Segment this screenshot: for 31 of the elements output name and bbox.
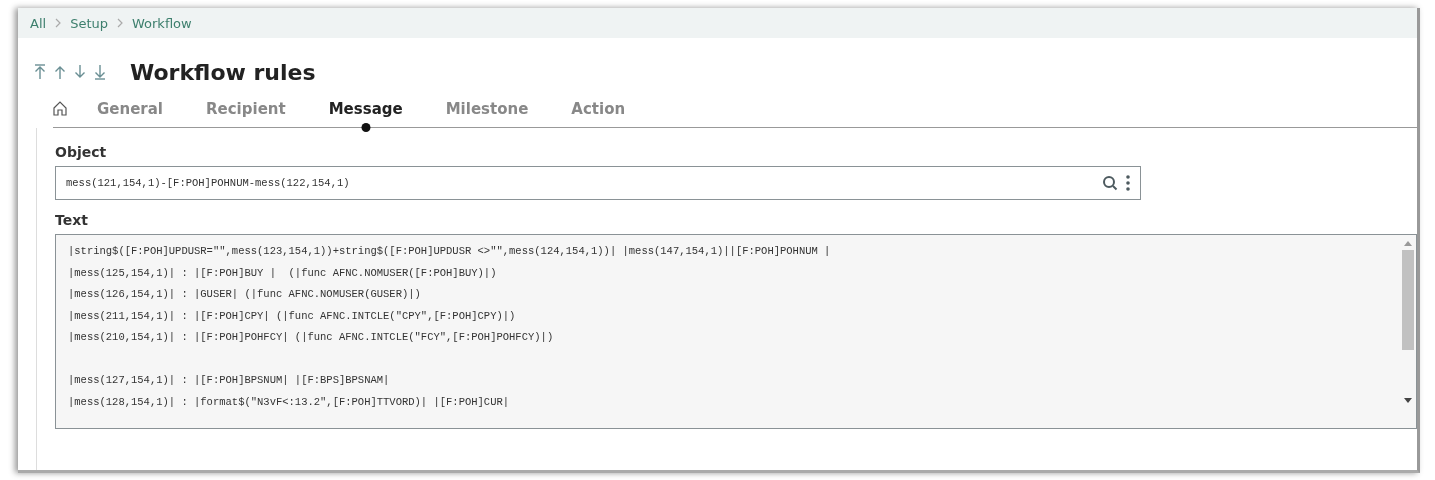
- field-label: Object: [55, 144, 107, 160]
- object-field[interactable]: mess(121,154,1)-[F:POH]POHNUM-mess(122,154,1): [55, 166, 1141, 200]
- down-arrow-icon[interactable]: [74, 64, 86, 80]
- tab[interactable]: Action: [571, 99, 626, 132]
- tab[interactable]: Recipient: [206, 99, 286, 132]
- code-line: |string$([F:POH]UPDUSR="",mess(123,154,1))+string$([F:POH]UPDUSR <>"",mess(124,154,1))| |mess(147,154,1)||[F:POH]POHNUM |: [68, 244, 832, 259]
- last-arrow-icon[interactable]: [94, 64, 106, 80]
- field-label: Text: [55, 212, 88, 228]
- code-line: |mess(128,154,1)| : |format$("N3vF<:13.2",[F:POH]TTVORD)| |[F:POH]CUR|: [68, 394, 511, 410]
- code-line: |mess(211,154,1)| : |[F:POH]CPY| (|func AFNC.INTCLE("CPY",[F:POH]CPY)|): [68, 308, 517, 324]
- home-icon[interactable]: [53, 101, 67, 116]
- scroll-down-icon[interactable]: [1404, 398, 1412, 403]
- tab[interactable]: Milestone: [445, 99, 529, 132]
- code-line: |mess(127,154,1)| : |[F:POH]BPSNUM| |[F:BPS]BPSNAM|: [68, 373, 391, 388]
- chevron-icon: [55, 18, 62, 28]
- breadcrumb-link[interactable]: Workflow: [131, 15, 192, 31]
- scroll-up-icon[interactable]: [1404, 241, 1412, 246]
- breadcrumb-link[interactable]: Setup: [70, 15, 108, 31]
- first-arrow-icon[interactable]: [34, 64, 46, 80]
- code-line: |mess(126,154,1)| : |GUSER| (|func AFNC.NOMUSER(GUSER)|): [68, 287, 422, 302]
- up-arrow-icon[interactable]: [54, 64, 66, 80]
- chevron-icon: [116, 18, 123, 28]
- more-icon[interactable]: [1126, 175, 1130, 191]
- scrollbar-thumb[interactable]: [1402, 250, 1414, 350]
- code-line: |mess(125,154,1)| : |[F:POH]BUY | (|func AFNC.NOMUSER([F:POH]BUY)|): [68, 265, 498, 281]
- code-line: |mess(210,154,1)| : |[F:POH]POHFCY| (|func AFNC.INTCLE("FCY",[F:POH]POHFCY)|): [68, 330, 555, 345]
- search-icon[interactable]: [1102, 175, 1118, 191]
- breadcrumb-link[interactable]: All: [30, 15, 47, 31]
- tab[interactable]: General: [97, 99, 163, 132]
- page-title: Workflow rules: [130, 59, 316, 85]
- tab[interactable]: Message: [328, 99, 403, 132]
